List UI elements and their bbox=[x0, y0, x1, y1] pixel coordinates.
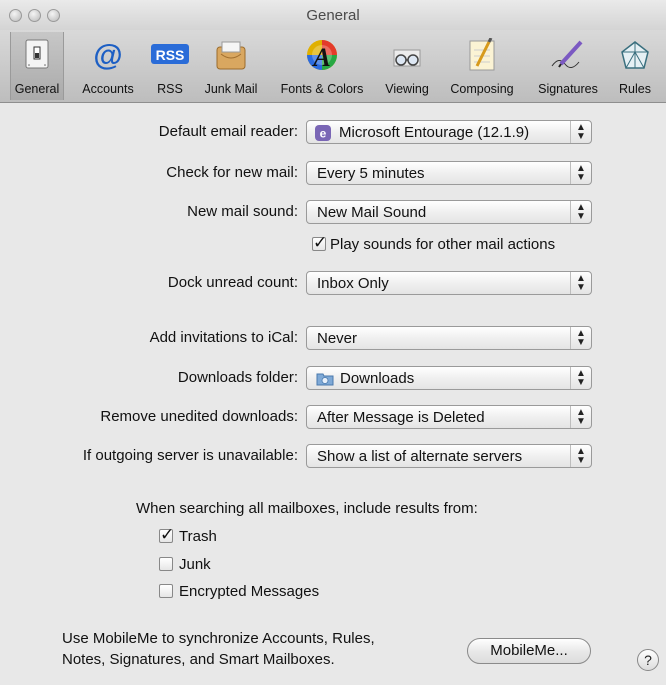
toolbar-label: RSS bbox=[157, 82, 183, 96]
dock-count-popup[interactable]: Inbox Only ▲ ▼ bbox=[306, 271, 592, 295]
popup-arrows-icon: ▲ ▼ bbox=[570, 272, 591, 294]
outgoing-server-label: If outgoing server is unavailable: bbox=[82, 447, 298, 464]
downloads-folder-icon bbox=[316, 373, 334, 386]
popup-arrows-icon: ▲ ▼ bbox=[570, 445, 591, 467]
toolbar-item-viewing[interactable]: Viewing bbox=[378, 32, 436, 100]
invitations-popup[interactable]: Never ▲ ▼ bbox=[306, 326, 592, 350]
toolbar-item-general[interactable]: General bbox=[10, 32, 64, 100]
checkmark-icon: ✓ bbox=[160, 525, 175, 544]
invitations-value: Never bbox=[317, 330, 358, 347]
at-sign-icon: @ bbox=[93, 39, 122, 72]
general-preferences-pane: Default email reader: e Microsoft Entour… bbox=[0, 103, 666, 685]
window-title: General bbox=[306, 7, 360, 24]
toolbar-label: Viewing bbox=[385, 82, 429, 96]
downloads-folder-popup[interactable]: Downloads ▲ ▼ bbox=[306, 366, 592, 390]
downloads-folder-value: Downloads bbox=[340, 370, 415, 387]
rss-icon: RSS bbox=[151, 44, 189, 64]
toolbar-item-rules[interactable]: Rules bbox=[612, 32, 658, 100]
mail-preferences-window: General General @ Accounts RSS RSS Junk … bbox=[0, 0, 666, 685]
trash-checkbox[interactable]: ✓ bbox=[159, 525, 174, 544]
remove-downloads-label: Remove unedited downloads: bbox=[100, 408, 298, 425]
junk-label: Junk bbox=[179, 556, 211, 573]
toolbar-item-accounts[interactable]: @ Accounts bbox=[74, 32, 142, 100]
popup-arrows-icon: ▲ ▼ bbox=[570, 406, 591, 428]
toolbar-label: Junk Mail bbox=[204, 82, 258, 96]
invitations-label: Add invitations to iCal: bbox=[149, 329, 298, 346]
svg-text:RSS: RSS bbox=[156, 47, 185, 63]
svg-text:@: @ bbox=[93, 39, 122, 72]
junk-mail-icon bbox=[216, 41, 246, 70]
mobileme-button[interactable]: MobileMe... bbox=[467, 638, 591, 664]
new-mail-sound-value: New Mail Sound bbox=[317, 204, 427, 221]
remove-downloads-value: After Message is Deleted bbox=[317, 409, 485, 426]
font-colors-icon: A bbox=[307, 40, 337, 72]
checkmark-icon: ✓ bbox=[313, 233, 328, 252]
toolbar-item-rss[interactable]: RSS RSS bbox=[148, 32, 192, 100]
popup-arrows-icon: ▲ ▼ bbox=[570, 327, 591, 349]
popup-arrows-icon: ▲ ▼ bbox=[570, 201, 591, 223]
toolbar-label: General bbox=[14, 82, 60, 96]
new-mail-sound-popup[interactable]: New Mail Sound ▲ ▼ bbox=[306, 200, 592, 224]
svg-text:A: A bbox=[311, 43, 330, 72]
popup-arrows-icon: ▲ ▼ bbox=[570, 162, 591, 184]
play-sounds-checkbox[interactable]: ✓ bbox=[312, 233, 327, 252]
toolbar-label: Rules bbox=[619, 82, 651, 96]
dock-count-value: Inbox Only bbox=[317, 275, 389, 292]
junk-checkbox[interactable] bbox=[159, 557, 173, 571]
default-reader-label: Default email reader: bbox=[158, 123, 298, 140]
default-reader-popup[interactable]: e Microsoft Entourage (12.1.9) ▲ ▼ bbox=[306, 120, 592, 144]
glasses-icon bbox=[393, 49, 421, 67]
downloads-folder-label: Downloads folder: bbox=[177, 369, 298, 386]
encrypted-messages-label: Encrypted Messages bbox=[179, 583, 320, 600]
toolbar-item-signatures[interactable]: Signatures bbox=[528, 32, 608, 100]
svg-text:e: e bbox=[320, 127, 327, 141]
check-mail-value: Every 5 minutes bbox=[317, 165, 425, 182]
toolbar-label: Accounts bbox=[82, 82, 134, 96]
default-reader-value: Microsoft Entourage (12.1.9) bbox=[339, 124, 530, 141]
toolbar-item-fonts-colors[interactable]: A Fonts & Colors bbox=[272, 32, 372, 100]
switch-icon bbox=[25, 39, 49, 69]
pen-signature-icon bbox=[551, 40, 583, 68]
toolbar-label: Signatures bbox=[538, 82, 598, 96]
toolbar-item-composing[interactable]: Composing bbox=[442, 32, 522, 100]
entourage-app-icon: e bbox=[315, 125, 331, 141]
toolbar-item-junk-mail[interactable]: Junk Mail bbox=[198, 32, 264, 100]
mobileme-description-line2: Notes, Signatures, and Smart Mailboxes. bbox=[62, 651, 335, 668]
outgoing-server-value: Show a list of alternate servers bbox=[317, 448, 523, 465]
trash-label: Trash bbox=[179, 528, 217, 545]
search-includes-heading: When searching all mailboxes, include re… bbox=[136, 500, 478, 517]
outgoing-server-popup[interactable]: Show a list of alternate servers ▲ ▼ bbox=[306, 444, 592, 468]
check-mail-label: Check for new mail: bbox=[166, 164, 298, 181]
help-button[interactable]: ? bbox=[637, 649, 659, 671]
remove-downloads-popup[interactable]: After Message is Deleted ▲ ▼ bbox=[306, 405, 592, 429]
popup-arrows-icon: ▲ ▼ bbox=[570, 121, 591, 143]
encrypted-messages-checkbox[interactable] bbox=[159, 584, 173, 598]
toolbar-label: Composing bbox=[450, 82, 514, 96]
dock-count-label: Dock unread count: bbox=[167, 274, 298, 291]
rules-icon bbox=[621, 41, 649, 69]
new-mail-sound-label: New mail sound: bbox=[187, 203, 298, 220]
preferences-toolbar: General @ Accounts RSS RSS Junk Mail A F… bbox=[0, 30, 666, 103]
popup-arrows-icon: ▲ ▼ bbox=[570, 367, 591, 389]
check-mail-popup[interactable]: Every 5 minutes ▲ ▼ bbox=[306, 161, 592, 185]
toolbar-label: Fonts & Colors bbox=[280, 82, 364, 96]
play-sounds-label: Play sounds for other mail actions bbox=[330, 236, 556, 253]
pencil-paper-icon bbox=[469, 38, 495, 71]
title-bar: General bbox=[0, 0, 666, 30]
mobileme-description-line1: Use MobileMe to synchronize Accounts, Ru… bbox=[62, 630, 375, 647]
